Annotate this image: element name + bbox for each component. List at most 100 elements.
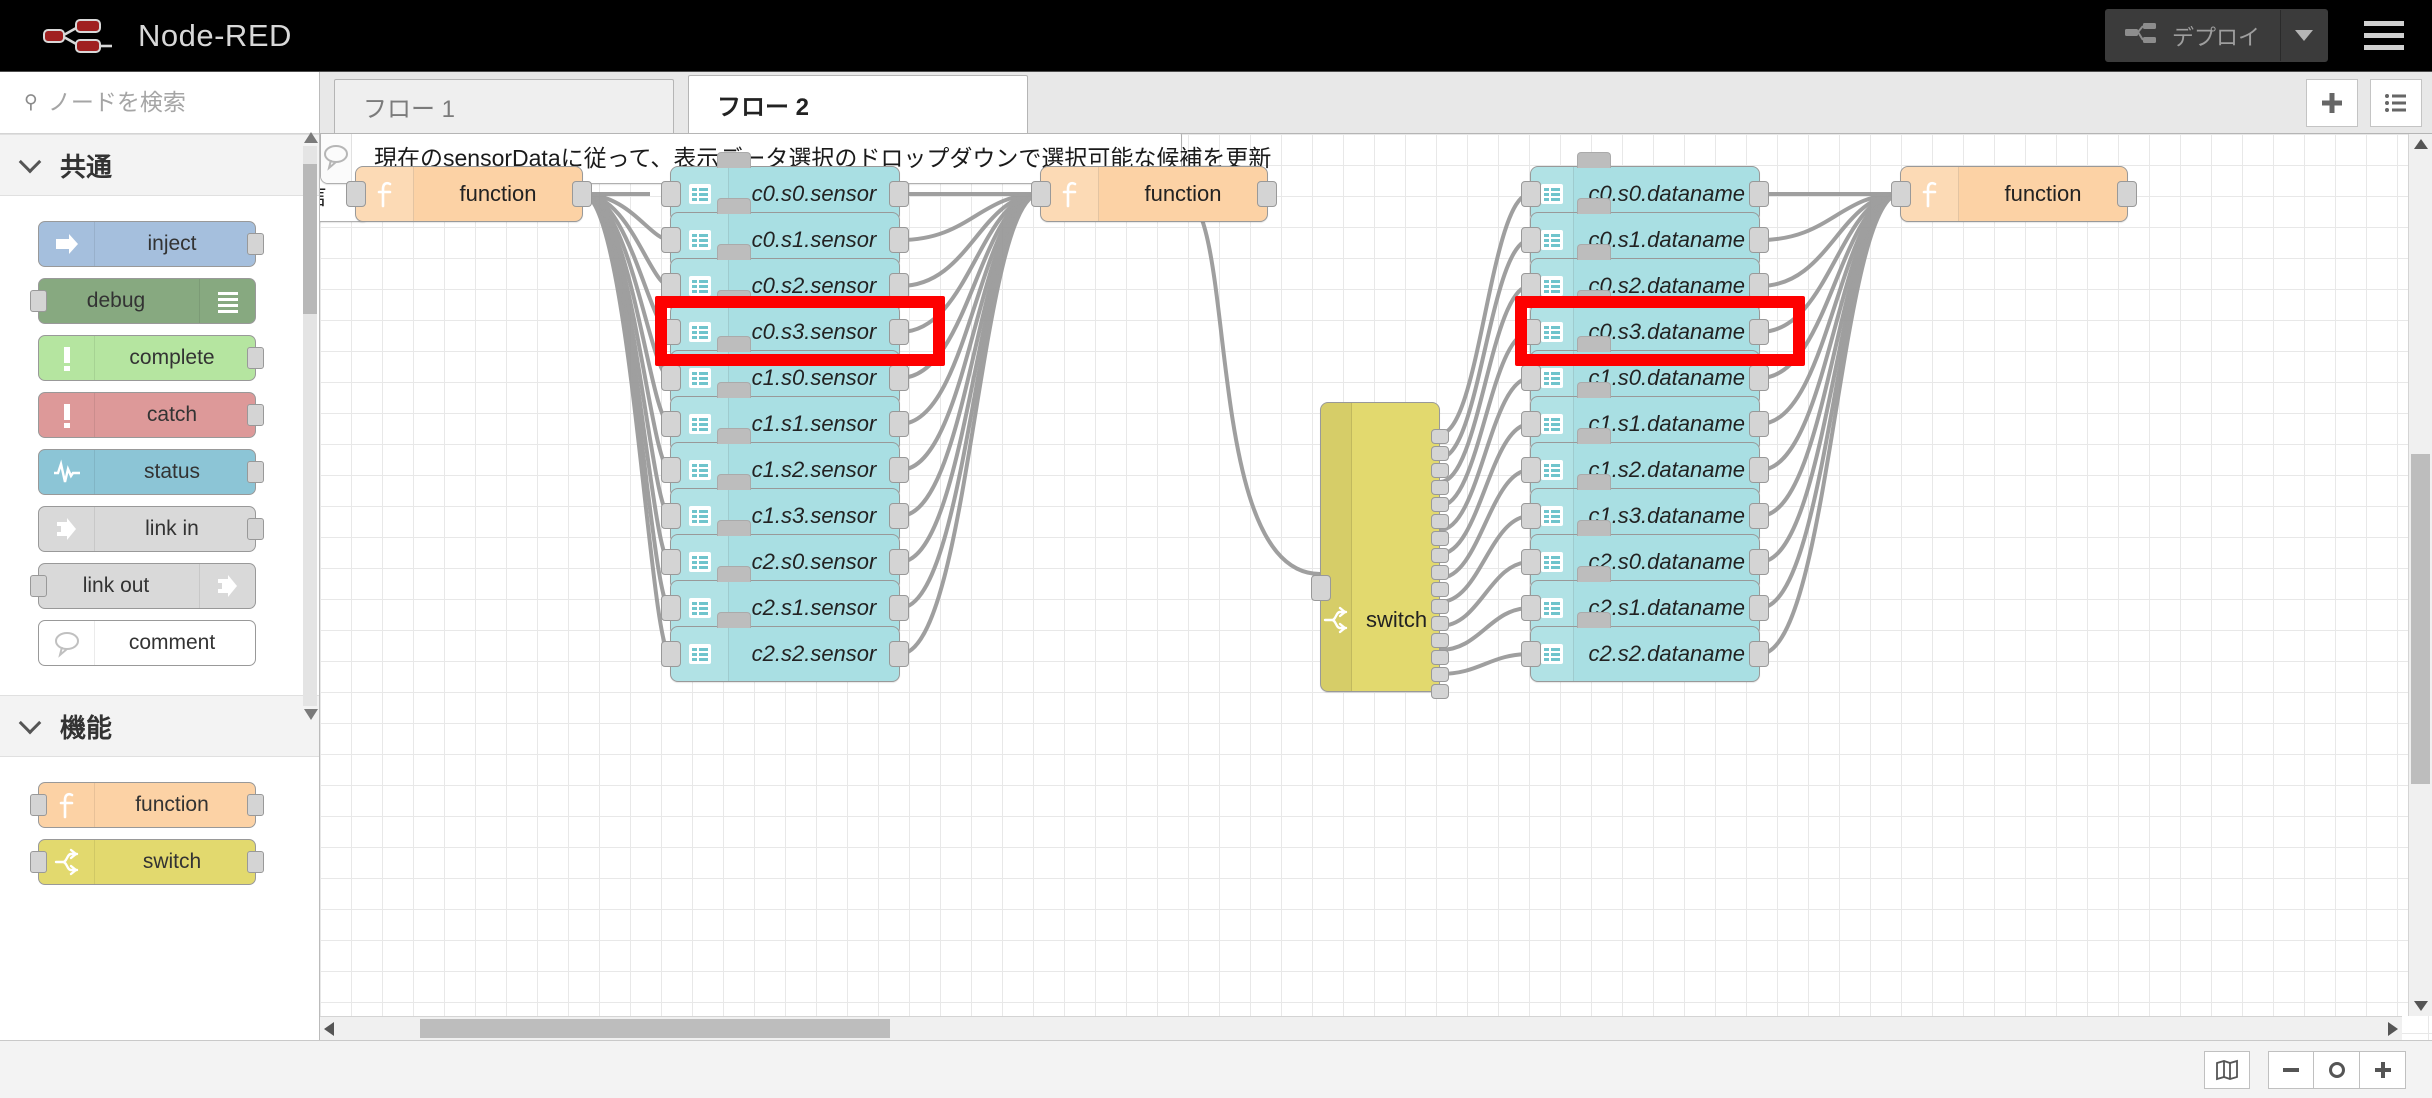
switch-output-port[interactable] [1431,514,1449,529]
switch-output-port[interactable] [1431,565,1449,580]
palette-node-catch[interactable]: catch [38,392,264,438]
output-port[interactable] [889,641,909,667]
switch-output-port[interactable] [1431,650,1449,665]
input-port[interactable] [661,641,681,667]
node-button[interactable] [717,520,751,536]
switch-output-port[interactable] [1431,582,1449,597]
output-port[interactable] [889,319,909,345]
flow-canvas[interactable]: 信 現在のsensorDataに従って、表示データ選択のドロップダウンで選択可能… [320,134,2432,1040]
scroll-up-arrow-icon[interactable] [2414,139,2428,149]
output-port[interactable] [889,227,909,253]
zoom-reset-button[interactable] [2314,1050,2360,1089]
map-icon[interactable] [2204,1050,2250,1089]
input-port[interactable] [661,319,681,345]
tab-flow-1[interactable]: フロー 1 [334,79,674,133]
input-port[interactable] [661,411,681,437]
input-port[interactable] [661,503,681,529]
input-port[interactable] [1521,273,1541,299]
input-port[interactable] [1521,227,1541,253]
input-port[interactable] [661,365,681,391]
output-port[interactable] [1749,503,1769,529]
sensor-node-c2-s2-sensor[interactable]: c2.s2.sensor [661,612,909,682]
output-port[interactable] [572,181,592,207]
switch-output-port[interactable] [1431,684,1449,699]
palette-node-comment[interactable]: comment [38,620,256,666]
input-port[interactable] [30,851,47,873]
hamburger-menu-icon[interactable] [2358,14,2410,58]
input-port[interactable] [661,457,681,483]
output-port[interactable] [1749,457,1769,483]
output-port[interactable] [889,503,909,529]
function-node-3[interactable]: function [1891,166,2137,222]
output-port[interactable] [1749,595,1769,621]
input-port[interactable] [1521,549,1541,575]
node-button[interactable] [1577,382,1611,398]
output-port[interactable] [1749,227,1769,253]
palette-node-debug[interactable]: debug [30,278,256,324]
input-port[interactable] [1521,411,1541,437]
palette-node-function[interactable]: function [30,782,264,828]
output-port[interactable] [247,518,264,540]
node-button[interactable] [717,290,751,306]
scroll-up-arrow-icon[interactable] [304,132,318,143]
scroll-down-arrow-icon[interactable] [304,709,318,720]
output-port[interactable] [1749,181,1769,207]
output-port[interactable] [1749,365,1769,391]
function-node-1[interactable]: function [346,166,592,222]
node-button[interactable] [1577,198,1611,214]
vertical-scrollbar-thumb[interactable] [2411,454,2430,784]
search-input[interactable] [47,89,305,116]
deploy-dropdown-toggle[interactable] [2281,10,2327,61]
output-port[interactable] [889,411,909,437]
input-port[interactable] [346,181,366,207]
switch-output-port[interactable] [1431,429,1449,444]
switch-output-port[interactable] [1431,548,1449,563]
switch-output-port[interactable] [1431,599,1449,614]
input-port[interactable] [1311,575,1331,601]
palette-search-bar[interactable]: ⚲ [0,72,319,134]
palette-category-header-common[interactable]: 共通 [0,134,319,196]
output-port[interactable] [1749,641,1769,667]
scroll-left-arrow-icon[interactable] [324,1022,334,1036]
input-port[interactable] [1521,457,1541,483]
output-port[interactable] [1749,273,1769,299]
palette-node-complete[interactable]: complete [38,335,264,381]
input-port[interactable] [1521,319,1541,345]
input-port[interactable] [1521,595,1541,621]
node-button[interactable] [1577,612,1611,628]
output-port[interactable] [889,549,909,575]
input-port[interactable] [30,794,47,816]
output-port[interactable] [2117,181,2137,207]
palette-node-link-in[interactable]: link in [38,506,264,552]
node-button[interactable] [717,244,751,260]
output-port[interactable] [889,365,909,391]
input-port[interactable] [1031,181,1051,207]
input-port[interactable] [1521,641,1541,667]
switch-output-port[interactable] [1431,531,1449,546]
add-tab-button[interactable] [2306,79,2358,127]
output-port[interactable] [1749,319,1769,345]
node-button[interactable] [1577,474,1611,490]
scroll-right-arrow-icon[interactable] [2388,1022,2398,1036]
input-port[interactable] [1521,365,1541,391]
output-port[interactable] [889,273,909,299]
scroll-down-arrow-icon[interactable] [2414,1001,2428,1011]
function-node-2[interactable]: function [1031,166,1277,222]
input-port[interactable] [1521,181,1541,207]
input-port[interactable] [661,227,681,253]
output-port[interactable] [247,233,264,255]
palette-scrollbar-thumb[interactable] [303,164,317,314]
palette-node-status[interactable]: status [38,449,264,495]
input-port[interactable] [661,273,681,299]
deploy-button[interactable]: デプロイ [2104,9,2328,62]
output-port[interactable] [247,851,264,873]
node-button[interactable] [717,152,751,168]
zoom-out-button[interactable] [2268,1050,2314,1089]
switch-output-port[interactable] [1431,633,1449,648]
canvas-horizontal-scrollbar[interactable] [320,1016,2402,1040]
node-button[interactable] [717,336,751,352]
output-port[interactable] [889,181,909,207]
palette-category-header-function[interactable]: 機能 [0,695,319,757]
zoom-in-button[interactable] [2360,1050,2406,1089]
output-port[interactable] [247,461,264,483]
